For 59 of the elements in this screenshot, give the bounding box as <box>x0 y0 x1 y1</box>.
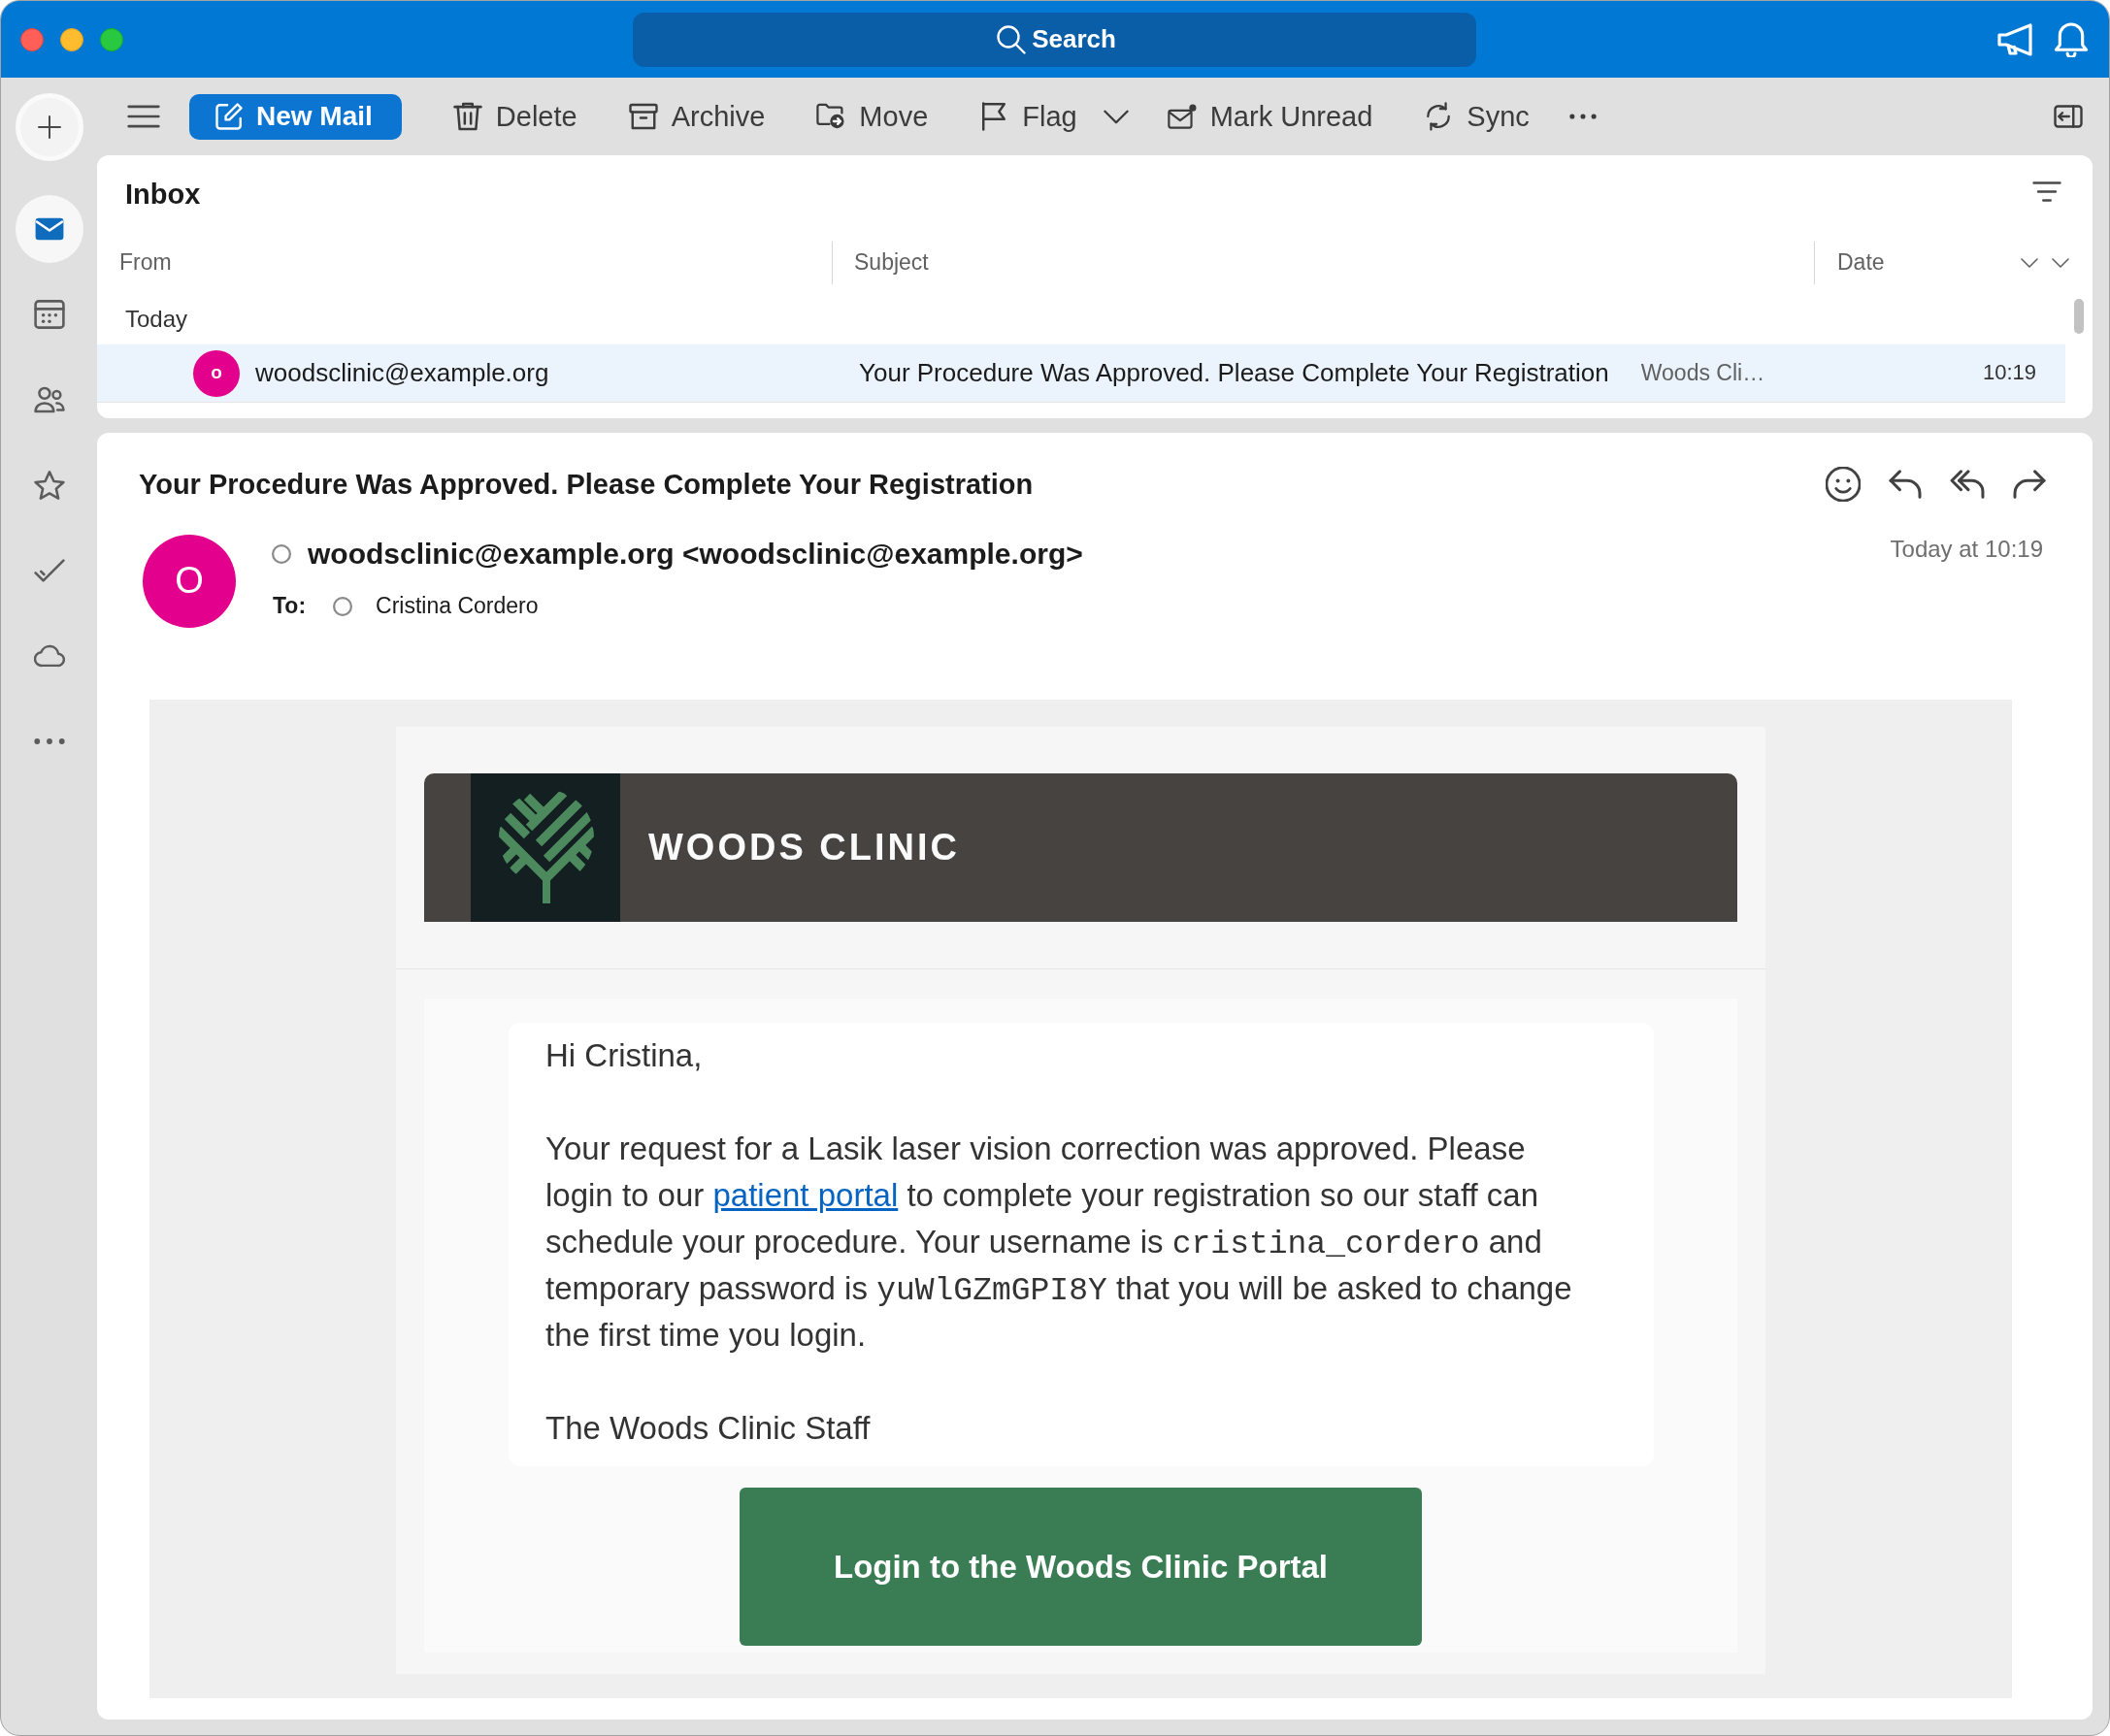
reply-icon[interactable] <box>1888 470 1923 499</box>
compose-icon <box>215 103 243 130</box>
sync-button[interactable]: Sync <box>1424 102 1530 131</box>
archive-box-icon <box>628 102 658 131</box>
email-greeting: Hi Cristina, <box>545 1036 704 1075</box>
new-mail-button[interactable]: New Mail <box>189 93 402 140</box>
portal-link[interactable]: patient portal <box>712 1177 899 1213</box>
people-icon[interactable] <box>33 384 65 415</box>
envelope-dot-icon <box>1167 102 1197 131</box>
status-circle-icon <box>272 544 291 564</box>
message-date: Today at 10:19 <box>1890 535 2043 564</box>
sender-avatar: O <box>143 535 236 628</box>
menu-icon[interactable] <box>127 105 160 128</box>
column-header[interactable]: Subject <box>854 249 929 277</box>
filter-icon[interactable] <box>2032 181 2061 202</box>
archive-button[interactable]: Archive <box>628 102 766 131</box>
email-signature: The Woods Clinic Staff <box>545 1409 872 1448</box>
star-icon[interactable] <box>33 470 65 501</box>
message-subject: Your Procedure Was Approved. Please Complete Your Registration <box>859 357 1609 389</box>
minimize-window-icon[interactable] <box>60 27 83 51</box>
group-header: Today <box>125 306 188 334</box>
move-button[interactable]: Move <box>816 102 929 131</box>
mail-icon[interactable] <box>15 195 83 263</box>
clinic-name: WOODS CLINIC <box>648 825 960 869</box>
notification-bell-icon[interactable] <box>2054 21 2089 57</box>
message-row[interactable]: o woodsclinic@example.org Your Procedure Was Approved. Please Complete Your Registration Woods Cli… 10:19 <box>97 344 2065 403</box>
forward-icon[interactable] <box>2012 470 2047 499</box>
calendar-icon[interactable] <box>33 299 65 330</box>
recipient-label: To: <box>273 593 307 620</box>
column-header[interactable]: Date <box>1837 249 1885 277</box>
column-header[interactable]: From <box>119 249 172 277</box>
chevron-down-icon[interactable] <box>2052 258 2069 268</box>
search-icon <box>996 24 1026 54</box>
sender-address: woodsclinic@example.org <box>255 357 549 389</box>
recipient-name: Cristina Cordero <box>376 593 539 620</box>
flag-button[interactable]: Flag <box>979 102 1077 131</box>
message-title: Your Procedure Was Approved. Please Complete Your Registration <box>139 468 1034 501</box>
chevron-down-icon[interactable] <box>1103 109 1129 124</box>
sender-avatar: o <box>193 349 240 397</box>
status-circle-icon <box>333 597 353 616</box>
panel-toggle-icon[interactable] <box>2054 105 2083 128</box>
portal-login-button[interactable]: Login to the Woods Clinic Portal <box>740 1488 1422 1646</box>
sender-address: woodsclinic@example.org <woodsclinic@example.org> <box>308 537 1083 572</box>
megaphone-icon[interactable] <box>1997 21 2032 57</box>
search-field[interactable]: Search <box>633 12 1476 67</box>
more-icon[interactable] <box>1568 114 1597 119</box>
scrollbar-thumb[interactable] <box>2074 299 2084 334</box>
message-preview: Woods Cli… <box>1640 359 1765 387</box>
emoji-icon[interactable] <box>1826 467 1861 502</box>
reply-all-icon[interactable] <box>1950 470 1985 499</box>
tree-logo-icon <box>471 773 620 922</box>
delete-button[interactable]: Delete <box>452 102 577 131</box>
folder-arrow-icon <box>816 102 846 131</box>
message-time: 10:19 <box>1982 360 2036 386</box>
folder-title: Inbox <box>125 179 201 210</box>
chevron-down-icon[interactable] <box>2021 258 2038 268</box>
trash-icon <box>452 102 482 131</box>
mark-unread-button[interactable]: Mark Unread <box>1167 102 1373 131</box>
email-paragraph: Your request for a Lasik laser vision correction was approved. Please login to our patient portal to complete your registration so our staff can schedule your procedure. Your username is cristina_cordero and temporary password is yuWlGZmGPI8Y that you will be asked to change the first time you login. <box>545 1130 1573 1355</box>
